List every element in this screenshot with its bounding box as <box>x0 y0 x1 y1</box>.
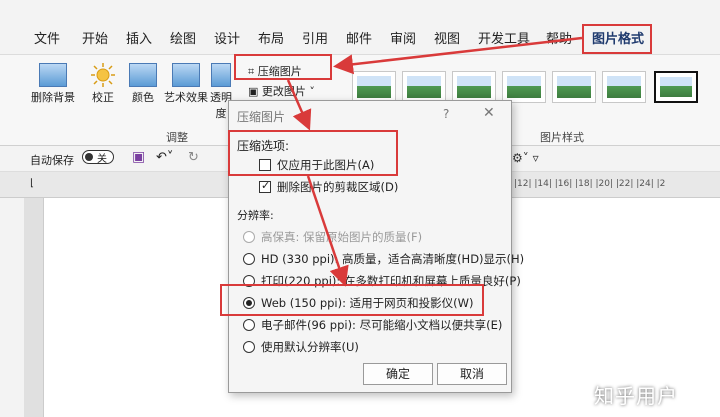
arrow-to-compress <box>333 36 583 75</box>
annotation-arrows <box>286 36 583 287</box>
arrow-to-web <box>306 175 349 287</box>
watermark: 知乎用户 <box>594 384 678 408</box>
arrow-to-options <box>286 79 312 131</box>
